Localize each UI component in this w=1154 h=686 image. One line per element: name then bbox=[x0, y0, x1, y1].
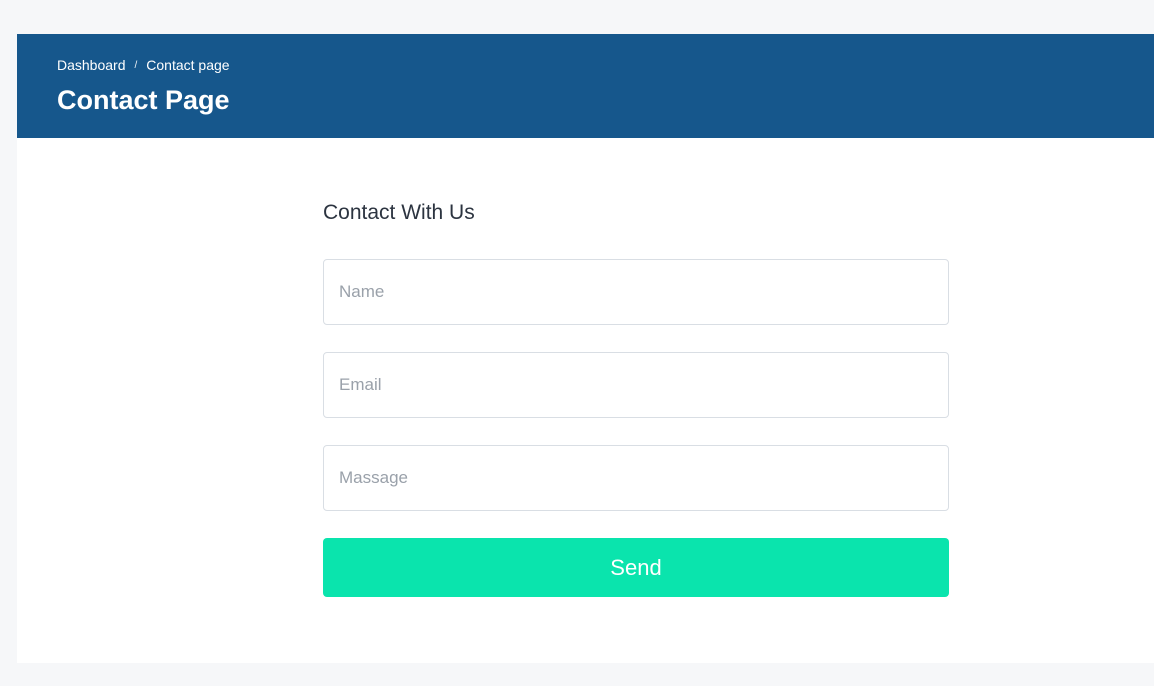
page-title: Contact Page bbox=[57, 85, 230, 115]
breadcrumb: Dashboard / Contact page bbox=[57, 57, 230, 74]
breadcrumb-separator: / bbox=[134, 60, 138, 71]
breadcrumb-current-page: Contact page bbox=[146, 57, 230, 73]
breadcrumb-link-dashboard[interactable]: Dashboard bbox=[57, 57, 126, 74]
send-button[interactable]: Send bbox=[323, 538, 949, 597]
message-input[interactable] bbox=[323, 445, 949, 511]
form-heading: Contact With Us bbox=[323, 201, 475, 224]
name-input[interactable] bbox=[323, 259, 949, 325]
email-input[interactable] bbox=[323, 352, 949, 418]
contact-form: Contact With Us Send bbox=[323, 200, 949, 597]
page-shell: Dashboard / Contact page Contact Page Co… bbox=[17, 34, 1154, 663]
page-header: Dashboard / Contact page Contact Page bbox=[17, 34, 1154, 138]
